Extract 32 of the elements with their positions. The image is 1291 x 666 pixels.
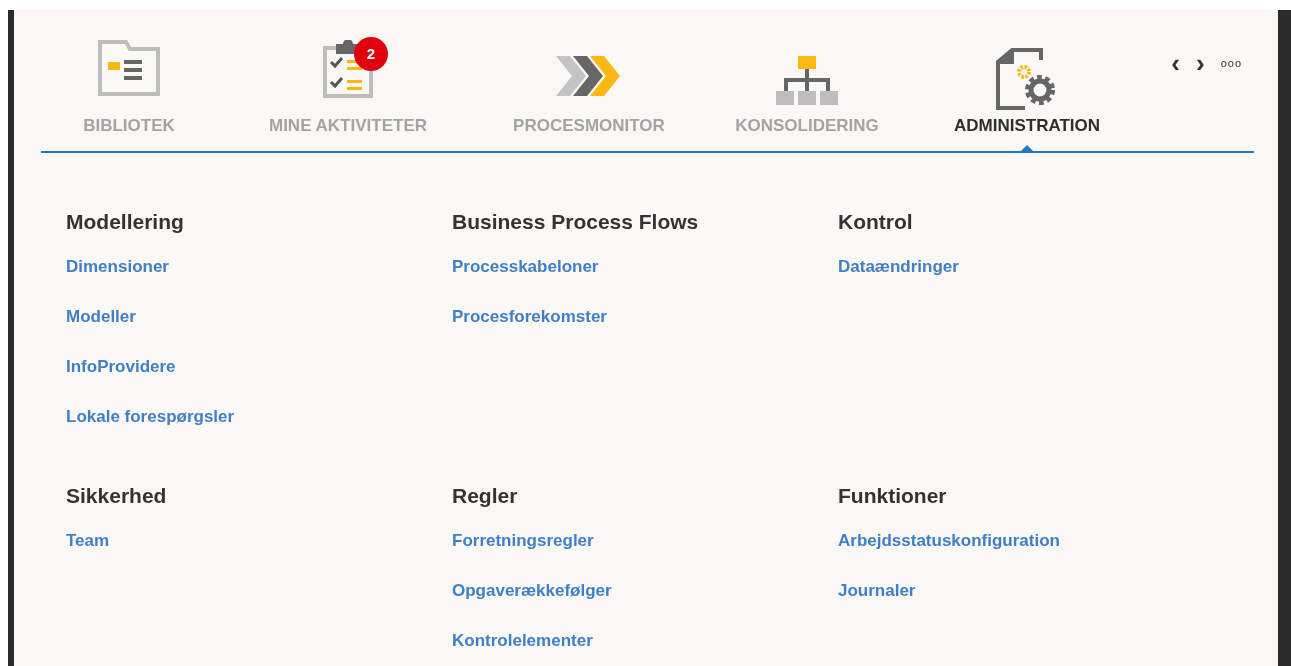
menu-link[interactable]: InfoProvidere [66, 357, 176, 378]
menu-link[interactable]: Procesforekomster [452, 307, 607, 328]
menu-link[interactable]: Kontrolelementer [452, 631, 593, 652]
next-button[interactable]: › [1193, 50, 1207, 76]
chevrons-icon [556, 54, 622, 98]
section-heading: Regler [452, 483, 519, 509]
tab[interactable]: 2 MINE AKTIVITETER [217, 10, 479, 151]
menu-link[interactable]: Forretningsregler [452, 531, 594, 552]
previous-button[interactable]: ‹ [1169, 50, 1182, 76]
section-heading: Funktioner [838, 483, 948, 509]
menu-link[interactable]: Dataændringer [838, 257, 959, 278]
menu-link[interactable]: Team [66, 531, 110, 552]
folder-icon [98, 40, 160, 96]
document-gear-icon [996, 48, 1058, 112]
menu-link[interactable]: Lokale forespørgsler [66, 407, 235, 428]
hierarchy-icon [776, 56, 838, 106]
tab[interactable]: BIBLIOTEK [41, 10, 217, 151]
section-heading: Modellering [66, 209, 185, 235]
menu-link[interactable]: Journaler [838, 581, 916, 602]
menu-link[interactable]: Modeller [66, 307, 136, 328]
menu-link[interactable]: Processkabeloner [452, 257, 599, 278]
menu-link[interactable]: Opgaverækkefølger [452, 581, 612, 602]
section-heading: Business Process Flows [452, 209, 700, 235]
section-heading: Kontrol [838, 209, 914, 235]
tab[interactable]: ADMINISTRATION [915, 10, 1139, 151]
notification-count: 2 [354, 37, 388, 71]
menu-link[interactable]: Arbejdsstatuskonfiguration [838, 531, 1060, 552]
section-heading: Sikkerhed [66, 483, 168, 509]
tab[interactable]: PROCESMONITOR [479, 10, 699, 151]
tab[interactable]: KONSOLIDERING [699, 10, 915, 151]
more-button[interactable]: ooo [1218, 57, 1244, 69]
menu-link[interactable]: Dimensioner [66, 257, 169, 278]
